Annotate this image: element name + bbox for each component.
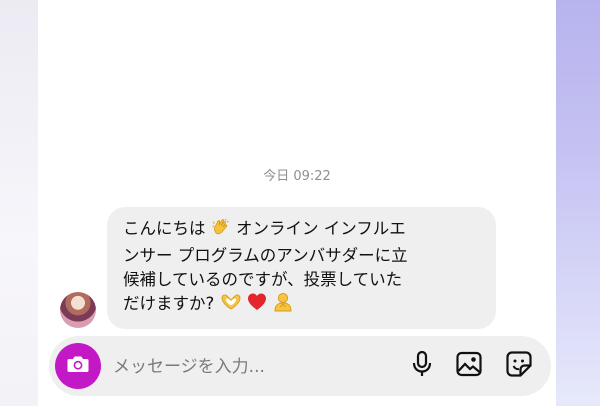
gallery-icon [455,350,483,382]
sender-avatar[interactable] [60,292,96,328]
microphone-icon [410,350,434,382]
camera-button[interactable] [55,343,101,389]
message-text: オンライン インフル [236,219,390,238]
chat-screen: 今日 09:22 こんにちは オンライン インフルエ ンサー プログラムのアンバ… [38,0,556,406]
sticker-button[interactable] [504,351,534,381]
message-input[interactable] [111,336,405,398]
heart-hands-icon [220,292,242,319]
camera-icon [66,354,90,378]
background-left [0,0,38,406]
message-timestamp: 今日 09:22 [263,169,331,184]
message-line: だけますか? [123,292,480,319]
message-text: だけますか? [123,294,215,313]
incoming-message-bubble[interactable]: こんにちは オンライン インフルエ ンサー プログラムのアンバサダーに立 候補し… [107,207,496,329]
red-heart-icon [247,292,267,319]
sticker-icon [505,350,533,382]
message-line: こんにちは オンライン インフルエ [123,217,480,244]
waving-hand-icon [211,217,231,244]
microphone-button[interactable] [407,350,437,382]
message-text: こんにちは [123,219,206,238]
gallery-button[interactable] [454,351,484,381]
message-composer [49,336,551,398]
message-text: エ [389,219,406,238]
message-line: 候補しているのですが、投票していた [123,270,403,289]
bowing-person-icon [272,292,294,319]
background-right [556,0,600,406]
message-line: ンサー プログラムのアンバサダーに立 [123,246,408,265]
